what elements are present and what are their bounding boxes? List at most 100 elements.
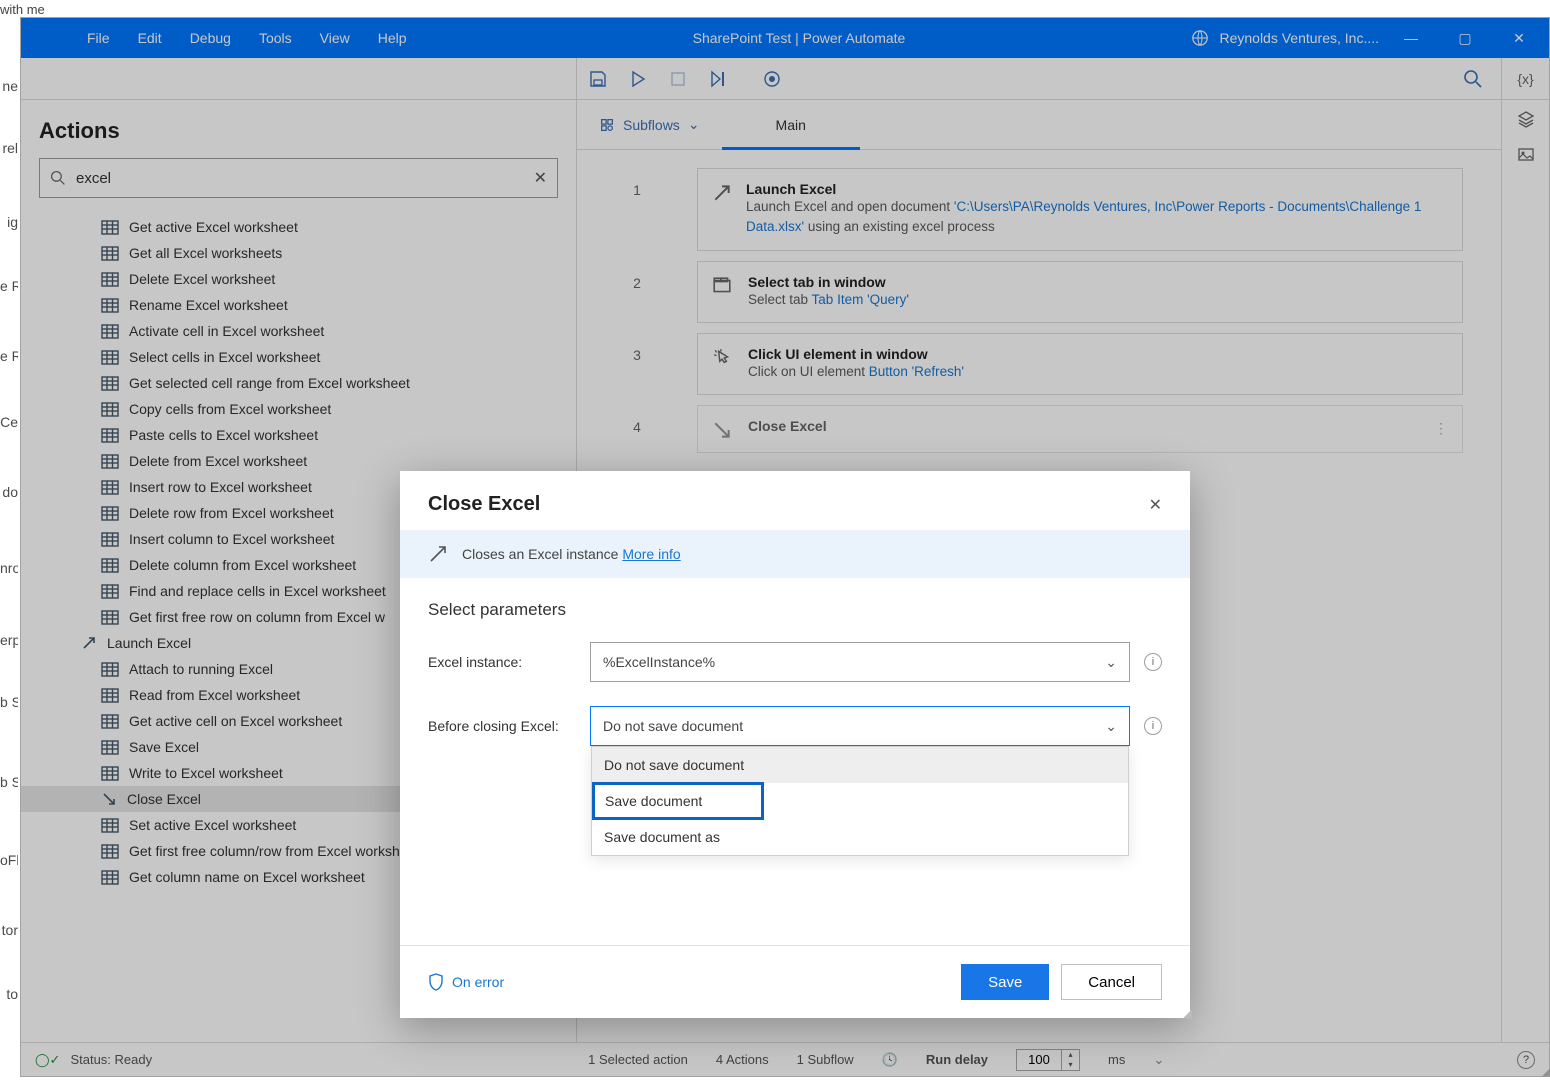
- action-icon: [101, 791, 117, 807]
- action-label: Insert column to Excel worksheet: [129, 531, 334, 547]
- save-icon[interactable]: [589, 70, 607, 88]
- action-item[interactable]: Rename Excel worksheet: [21, 292, 576, 318]
- option-save-document[interactable]: Save document: [593, 783, 763, 819]
- action-icon: [101, 402, 119, 417]
- actions-search[interactable]: ✕: [39, 158, 558, 198]
- option-do-not-save[interactable]: Do not save document: [592, 747, 1128, 783]
- action-icon: [101, 298, 119, 313]
- excel-instance-select[interactable]: %ExcelInstance% ⌄: [590, 642, 1130, 682]
- action-icon: [101, 428, 119, 443]
- save-button[interactable]: Save: [961, 964, 1049, 1000]
- menu-file[interactable]: File: [87, 30, 110, 46]
- tab-main[interactable]: Main: [722, 100, 860, 149]
- search-icon[interactable]: [1463, 69, 1483, 89]
- run-delay-input[interactable]: [1017, 1050, 1061, 1070]
- action-icon: [101, 844, 119, 859]
- on-error-link[interactable]: On error: [428, 973, 504, 991]
- before-closing-dropdown: Do not save document Save document Save …: [591, 746, 1129, 856]
- action-item[interactable]: Select cells in Excel worksheet: [21, 344, 576, 370]
- layers-icon[interactable]: [1517, 110, 1535, 128]
- status-run-delay-label: Run delay: [926, 1052, 988, 1067]
- flow-step[interactable]: 3Click UI element in windowClick on UI e…: [577, 333, 1463, 395]
- close-window-button[interactable]: ✕: [1497, 18, 1541, 58]
- excel-instance-label: Excel instance:: [428, 654, 576, 670]
- chevron-down-icon: ⌄: [1105, 654, 1117, 671]
- images-icon[interactable]: [1517, 146, 1535, 164]
- action-item[interactable]: Delete Excel worksheet: [21, 266, 576, 292]
- step-card[interactable]: Close Excel⋮: [697, 405, 1463, 453]
- actions-title: Actions: [21, 100, 576, 158]
- spinner-down[interactable]: ▾: [1062, 1060, 1079, 1070]
- close-excel-dialog: Close Excel ✕ Closes an Excel instance M…: [400, 471, 1190, 1018]
- step-card[interactable]: Click UI element in windowClick on UI el…: [697, 333, 1463, 395]
- action-label: Get selected cell range from Excel works…: [129, 375, 410, 391]
- action-label: Set active Excel worksheet: [129, 817, 296, 833]
- maximize-button[interactable]: ▢: [1443, 18, 1487, 58]
- menu-view[interactable]: View: [320, 30, 350, 46]
- menu-tools[interactable]: Tools: [259, 30, 292, 46]
- resize-handle-icon[interactable]: ◢: [1183, 1011, 1188, 1016]
- record-icon[interactable]: [763, 70, 781, 88]
- cancel-button[interactable]: Cancel: [1061, 964, 1162, 1000]
- chevron-down-icon: ⌄: [688, 116, 700, 133]
- flow-step[interactable]: 1Launch ExcelLaunch Excel and open docum…: [577, 168, 1463, 251]
- step-card[interactable]: Launch ExcelLaunch Excel and open docume…: [697, 168, 1463, 251]
- step-more-icon[interactable]: ⋮: [1434, 420, 1448, 437]
- menu-edit[interactable]: Edit: [138, 30, 162, 46]
- chevron-down-icon[interactable]: ⌄: [1153, 1052, 1164, 1068]
- spinner-up[interactable]: ▴: [1062, 1050, 1079, 1060]
- action-item[interactable]: Paste cells to Excel worksheet: [21, 422, 576, 448]
- action-icon: [101, 714, 119, 729]
- resize-handle-icon[interactable]: ◢: [1542, 1069, 1547, 1074]
- step-description: Select tab Tab Item 'Query': [748, 290, 909, 310]
- more-info-link[interactable]: More info: [622, 546, 680, 562]
- action-label: Get first free row on column from Excel …: [129, 609, 385, 625]
- action-icon: [101, 532, 119, 547]
- action-icon: [101, 558, 119, 573]
- dialog-close-button[interactable]: ✕: [1149, 495, 1162, 515]
- menu-debug[interactable]: Debug: [190, 30, 231, 46]
- variables-button[interactable]: {x}: [1501, 58, 1549, 100]
- action-label: Delete from Excel worksheet: [129, 453, 307, 469]
- flow-step[interactable]: 2Select tab in windowSelect tab Tab Item…: [577, 261, 1463, 323]
- help-icon[interactable]: ?: [1517, 1051, 1535, 1069]
- action-icon: [101, 454, 119, 469]
- minimize-button[interactable]: ―: [1389, 18, 1433, 58]
- option-save-as[interactable]: Save document as: [592, 819, 1128, 855]
- info-icon[interactable]: i: [1144, 653, 1162, 671]
- action-icon: [101, 350, 119, 365]
- step-title: Launch Excel: [746, 181, 1448, 197]
- action-label: Get active cell on Excel worksheet: [129, 713, 342, 729]
- step-card[interactable]: Select tab in windowSelect tab Tab Item …: [697, 261, 1463, 323]
- action-item[interactable]: Get all Excel worksheets: [21, 240, 576, 266]
- menu-help[interactable]: Help: [378, 30, 407, 46]
- action-icon: [101, 818, 119, 833]
- subflows-bar: Subflows ⌄ Main: [577, 100, 1501, 150]
- left-window-fragment: ne rel ig e R e R Ce do nro erp b S b S …: [0, 0, 18, 1080]
- step-icon[interactable]: [709, 70, 727, 88]
- run-delay-spinner[interactable]: ▴▾: [1016, 1049, 1080, 1071]
- action-item[interactable]: Copy cells from Excel worksheet: [21, 396, 576, 422]
- title-bar: File Edit Debug Tools View Help SharePoi…: [21, 18, 1549, 58]
- org-name[interactable]: Reynolds Ventures, Inc....: [1219, 30, 1379, 46]
- flow-step[interactable]: 4Close Excel⋮: [577, 405, 1463, 453]
- action-item[interactable]: Get selected cell range from Excel works…: [21, 370, 576, 396]
- dialog-info-banner: Closes an Excel instance More info: [400, 530, 1190, 578]
- action-item[interactable]: Activate cell in Excel worksheet: [21, 318, 576, 344]
- status-bar: ◯✓ Status: Ready 1 Selected action 4 Act…: [21, 1042, 1549, 1076]
- action-label: Get active Excel worksheet: [129, 219, 298, 235]
- info-icon[interactable]: i: [1144, 717, 1162, 735]
- subflows-dropdown[interactable]: Subflows ⌄: [577, 116, 722, 133]
- action-label: Get column name on Excel worksheet: [129, 869, 365, 885]
- action-item[interactable]: Get active Excel worksheet: [21, 214, 576, 240]
- stop-icon[interactable]: [669, 70, 687, 88]
- action-icon: [101, 220, 119, 235]
- dialog-title: Close Excel: [428, 493, 1149, 516]
- clear-search-icon[interactable]: ✕: [534, 168, 547, 188]
- toolbar: {x}: [21, 58, 1549, 100]
- background-text: with me: [0, 2, 45, 17]
- before-closing-select[interactable]: Do not save document ⌄ Do not save docum…: [590, 706, 1130, 746]
- step-number: 3: [577, 333, 697, 395]
- actions-search-input[interactable]: [76, 170, 523, 187]
- run-icon[interactable]: [629, 70, 647, 88]
